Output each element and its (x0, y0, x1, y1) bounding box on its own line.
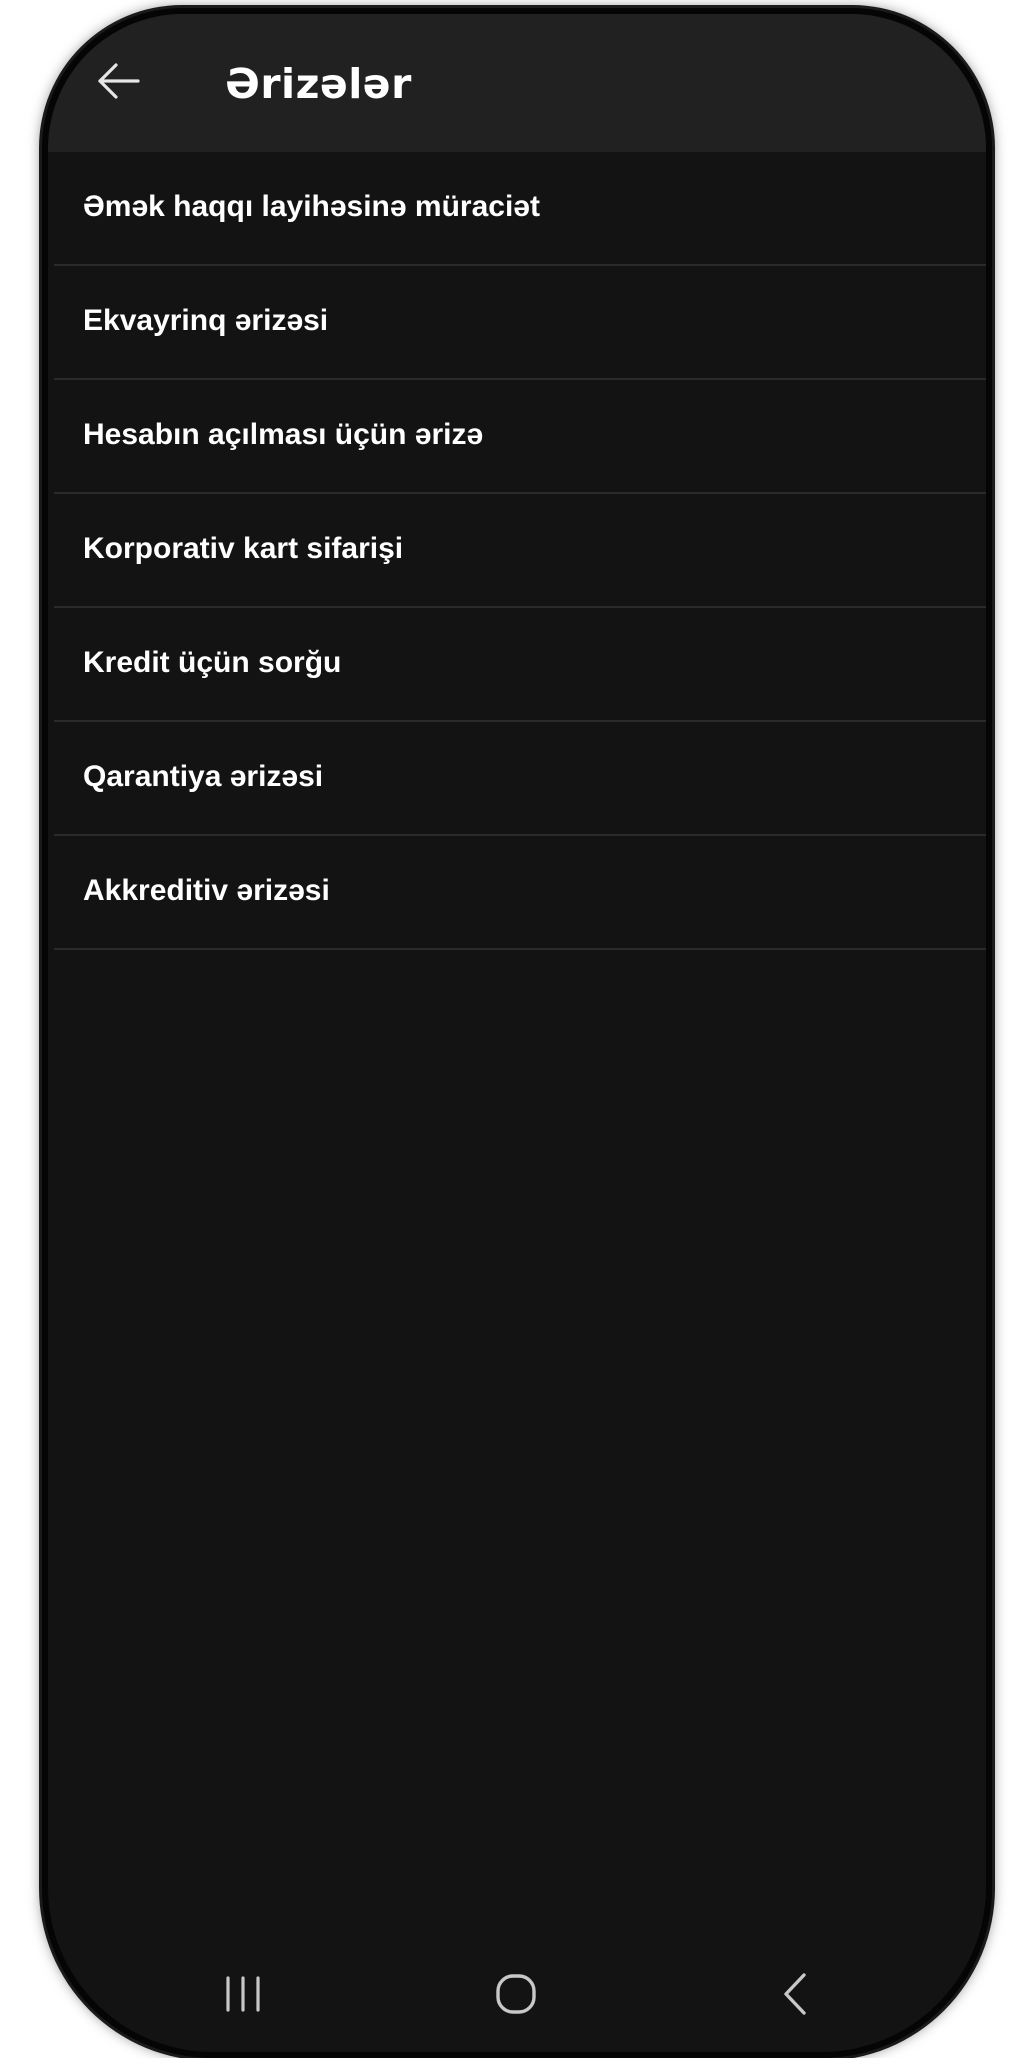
home-icon[interactable] (471, 1954, 561, 2034)
list-item-label: Korporativ kart sifarişi (83, 532, 404, 565)
list-item-letter-of-credit[interactable]: Akkreditiv ərizəsi (54, 836, 986, 950)
list-item-account-opening[interactable]: Hesabın açılması üçün ərizə (54, 380, 986, 494)
system-nav-bar (48, 1942, 986, 2052)
list-item-acquiring[interactable]: Ekvayrinq ərizəsi (54, 266, 986, 380)
list-item-label: Hesabın açılması üçün ərizə (83, 418, 484, 451)
list-item-credit-request[interactable]: Kredit üçün sorğu (54, 608, 986, 722)
list-item-salary-project[interactable]: Əmək haqqı layihəsinə müraciət (54, 152, 986, 266)
app-screen: Ərizələr Əmək haqqı layihəsinə müraciət … (48, 14, 986, 2052)
list-item-guarantee[interactable]: Qarantiya ərizəsi (54, 722, 986, 836)
list-item-label: Qarantiya ərizəsi (83, 760, 324, 793)
list-item-label: Ekvayrinq ərizəsi (83, 304, 329, 337)
recent-apps-icon[interactable] (198, 1954, 288, 2034)
phone-frame: Ərizələr Əmək haqqı layihəsinə müraciət … (42, 8, 992, 2058)
page-title: Ərizələr (225, 60, 412, 108)
list-item-corporate-card[interactable]: Korporativ kart sifarişi (54, 494, 986, 608)
app-header: Ərizələr (48, 14, 986, 152)
applications-list: Əmək haqqı layihəsinə müraciət Ekvayrinq… (48, 152, 986, 950)
arrow-left-icon[interactable] (94, 56, 144, 106)
list-item-label: Əmək haqqı layihəsinə müraciət (83, 190, 540, 223)
list-item-label: Kredit üçün sorğu (83, 646, 342, 679)
back-chevron-icon[interactable] (750, 1954, 840, 2034)
list-item-label: Akkreditiv ərizəsi (83, 874, 330, 907)
